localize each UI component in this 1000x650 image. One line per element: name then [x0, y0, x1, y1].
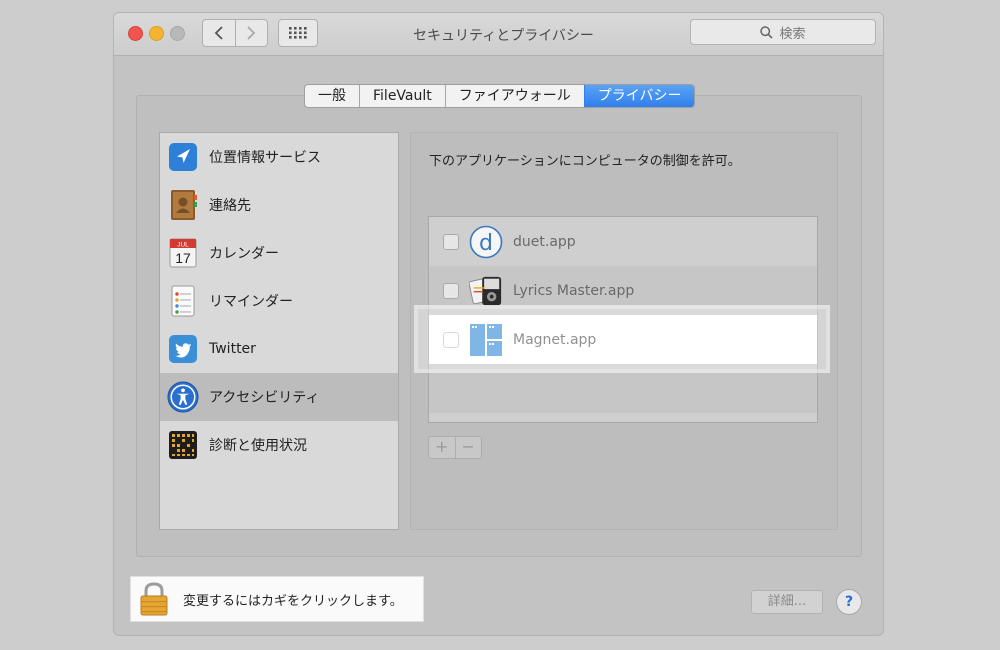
lock-icon[interactable] [139, 581, 169, 617]
zoom-window-button[interactable] [170, 26, 185, 41]
app-row-lyrics-master[interactable]: Lyrics Master.app [429, 266, 817, 315]
lock-instruction: 変更するにはカギをクリックします。 [183, 593, 403, 609]
search-placeholder: 検索 [779, 26, 806, 42]
pane-description: 下のアプリケーションにコンピュータの制御を許可。 [429, 154, 741, 169]
add-remove-controls: + − [428, 436, 482, 459]
diagnostics-grid-icon [167, 429, 199, 461]
lyrics-master-app-icon [469, 274, 503, 308]
sidebar-item-label: Twitter [209, 341, 256, 357]
app-checkbox[interactable] [443, 282, 459, 299]
close-window-button[interactable] [128, 26, 143, 41]
preferences-window: セキュリティとプライバシー 検索 一般 FileVault ファイアウォール プ… [114, 13, 883, 635]
title-bar: セキュリティとプライバシー 検索 [114, 13, 883, 56]
app-row-empty [429, 364, 817, 413]
calendar-month: JUL [177, 241, 189, 248]
sidebar-item-label: カレンダー [209, 246, 279, 262]
twitter-bird-icon [167, 333, 199, 365]
highlight-overlay [418, 309, 826, 369]
lock-area[interactable]: 変更するにはカギをクリックします。 [130, 576, 424, 622]
remove-app-button[interactable]: − [454, 437, 482, 458]
duet-icon-letter: d [479, 231, 493, 256]
grid-icon [289, 27, 307, 39]
sidebar-item-location-services[interactable]: 位置情報サービス [160, 133, 398, 181]
tab-privacy[interactable]: プライバシー [583, 85, 695, 107]
help-button[interactable]: ? [836, 589, 862, 615]
sidebar-item-label: 位置情報サービス [209, 150, 321, 166]
app-checkbox[interactable] [443, 233, 459, 250]
app-row-duet[interactable]: d duet.app [429, 217, 817, 266]
chevron-left-icon [214, 26, 223, 40]
tab-firewall[interactable]: ファイアウォール [444, 85, 584, 107]
sidebar-item-label: アクセシビリティ [209, 390, 320, 406]
sidebar-item-accessibility[interactable]: アクセシビリティ [160, 373, 398, 421]
sidebar-item-calendar[interactable]: JUL 17 カレンダー [160, 229, 398, 277]
add-app-button[interactable]: + [429, 437, 455, 458]
contacts-book-icon [167, 189, 199, 221]
app-name: Lyrics Master.app [513, 282, 635, 299]
minimize-window-button[interactable] [149, 26, 164, 41]
advanced-details-button[interactable]: 詳細... [751, 590, 823, 614]
search-icon [760, 25, 774, 39]
forward-button[interactable] [234, 20, 268, 46]
chevron-right-icon [247, 26, 256, 40]
sidebar-item-label: 診断と使用状況 [209, 438, 307, 454]
sidebar-item-label: 連絡先 [209, 198, 251, 214]
location-arrow-icon [167, 141, 199, 173]
calendar-day: 17 [175, 250, 191, 266]
duet-app-icon: d [469, 225, 503, 259]
tab-general[interactable]: 一般 [305, 85, 359, 107]
sidebar-item-reminders[interactable]: リマインダー [160, 277, 398, 325]
navigation-buttons [202, 19, 268, 47]
sidebar-item-contacts[interactable]: 連絡先 [160, 181, 398, 229]
app-name: duet.app [513, 233, 576, 250]
back-button[interactable] [203, 20, 235, 46]
privacy-category-list: 位置情報サービス 連絡先 JUL 17 カレンダー リマインダー Twitter [159, 132, 399, 530]
reminders-icon [167, 285, 199, 317]
sidebar-item-diagnostics[interactable]: 診断と使用状況 [160, 421, 398, 469]
sidebar-item-twitter[interactable]: Twitter [160, 325, 398, 373]
tab-filevault[interactable]: FileVault [359, 85, 445, 107]
calendar-icon: JUL 17 [167, 237, 199, 269]
sidebar-item-label: リマインダー [209, 294, 293, 310]
window-title: セキュリティとプライバシー [413, 28, 594, 44]
show-all-button[interactable] [278, 19, 318, 47]
accessibility-icon [167, 381, 199, 413]
search-field[interactable]: 検索 [690, 19, 876, 45]
tab-bar: 一般 FileVault ファイアウォール プライバシー [304, 84, 696, 108]
